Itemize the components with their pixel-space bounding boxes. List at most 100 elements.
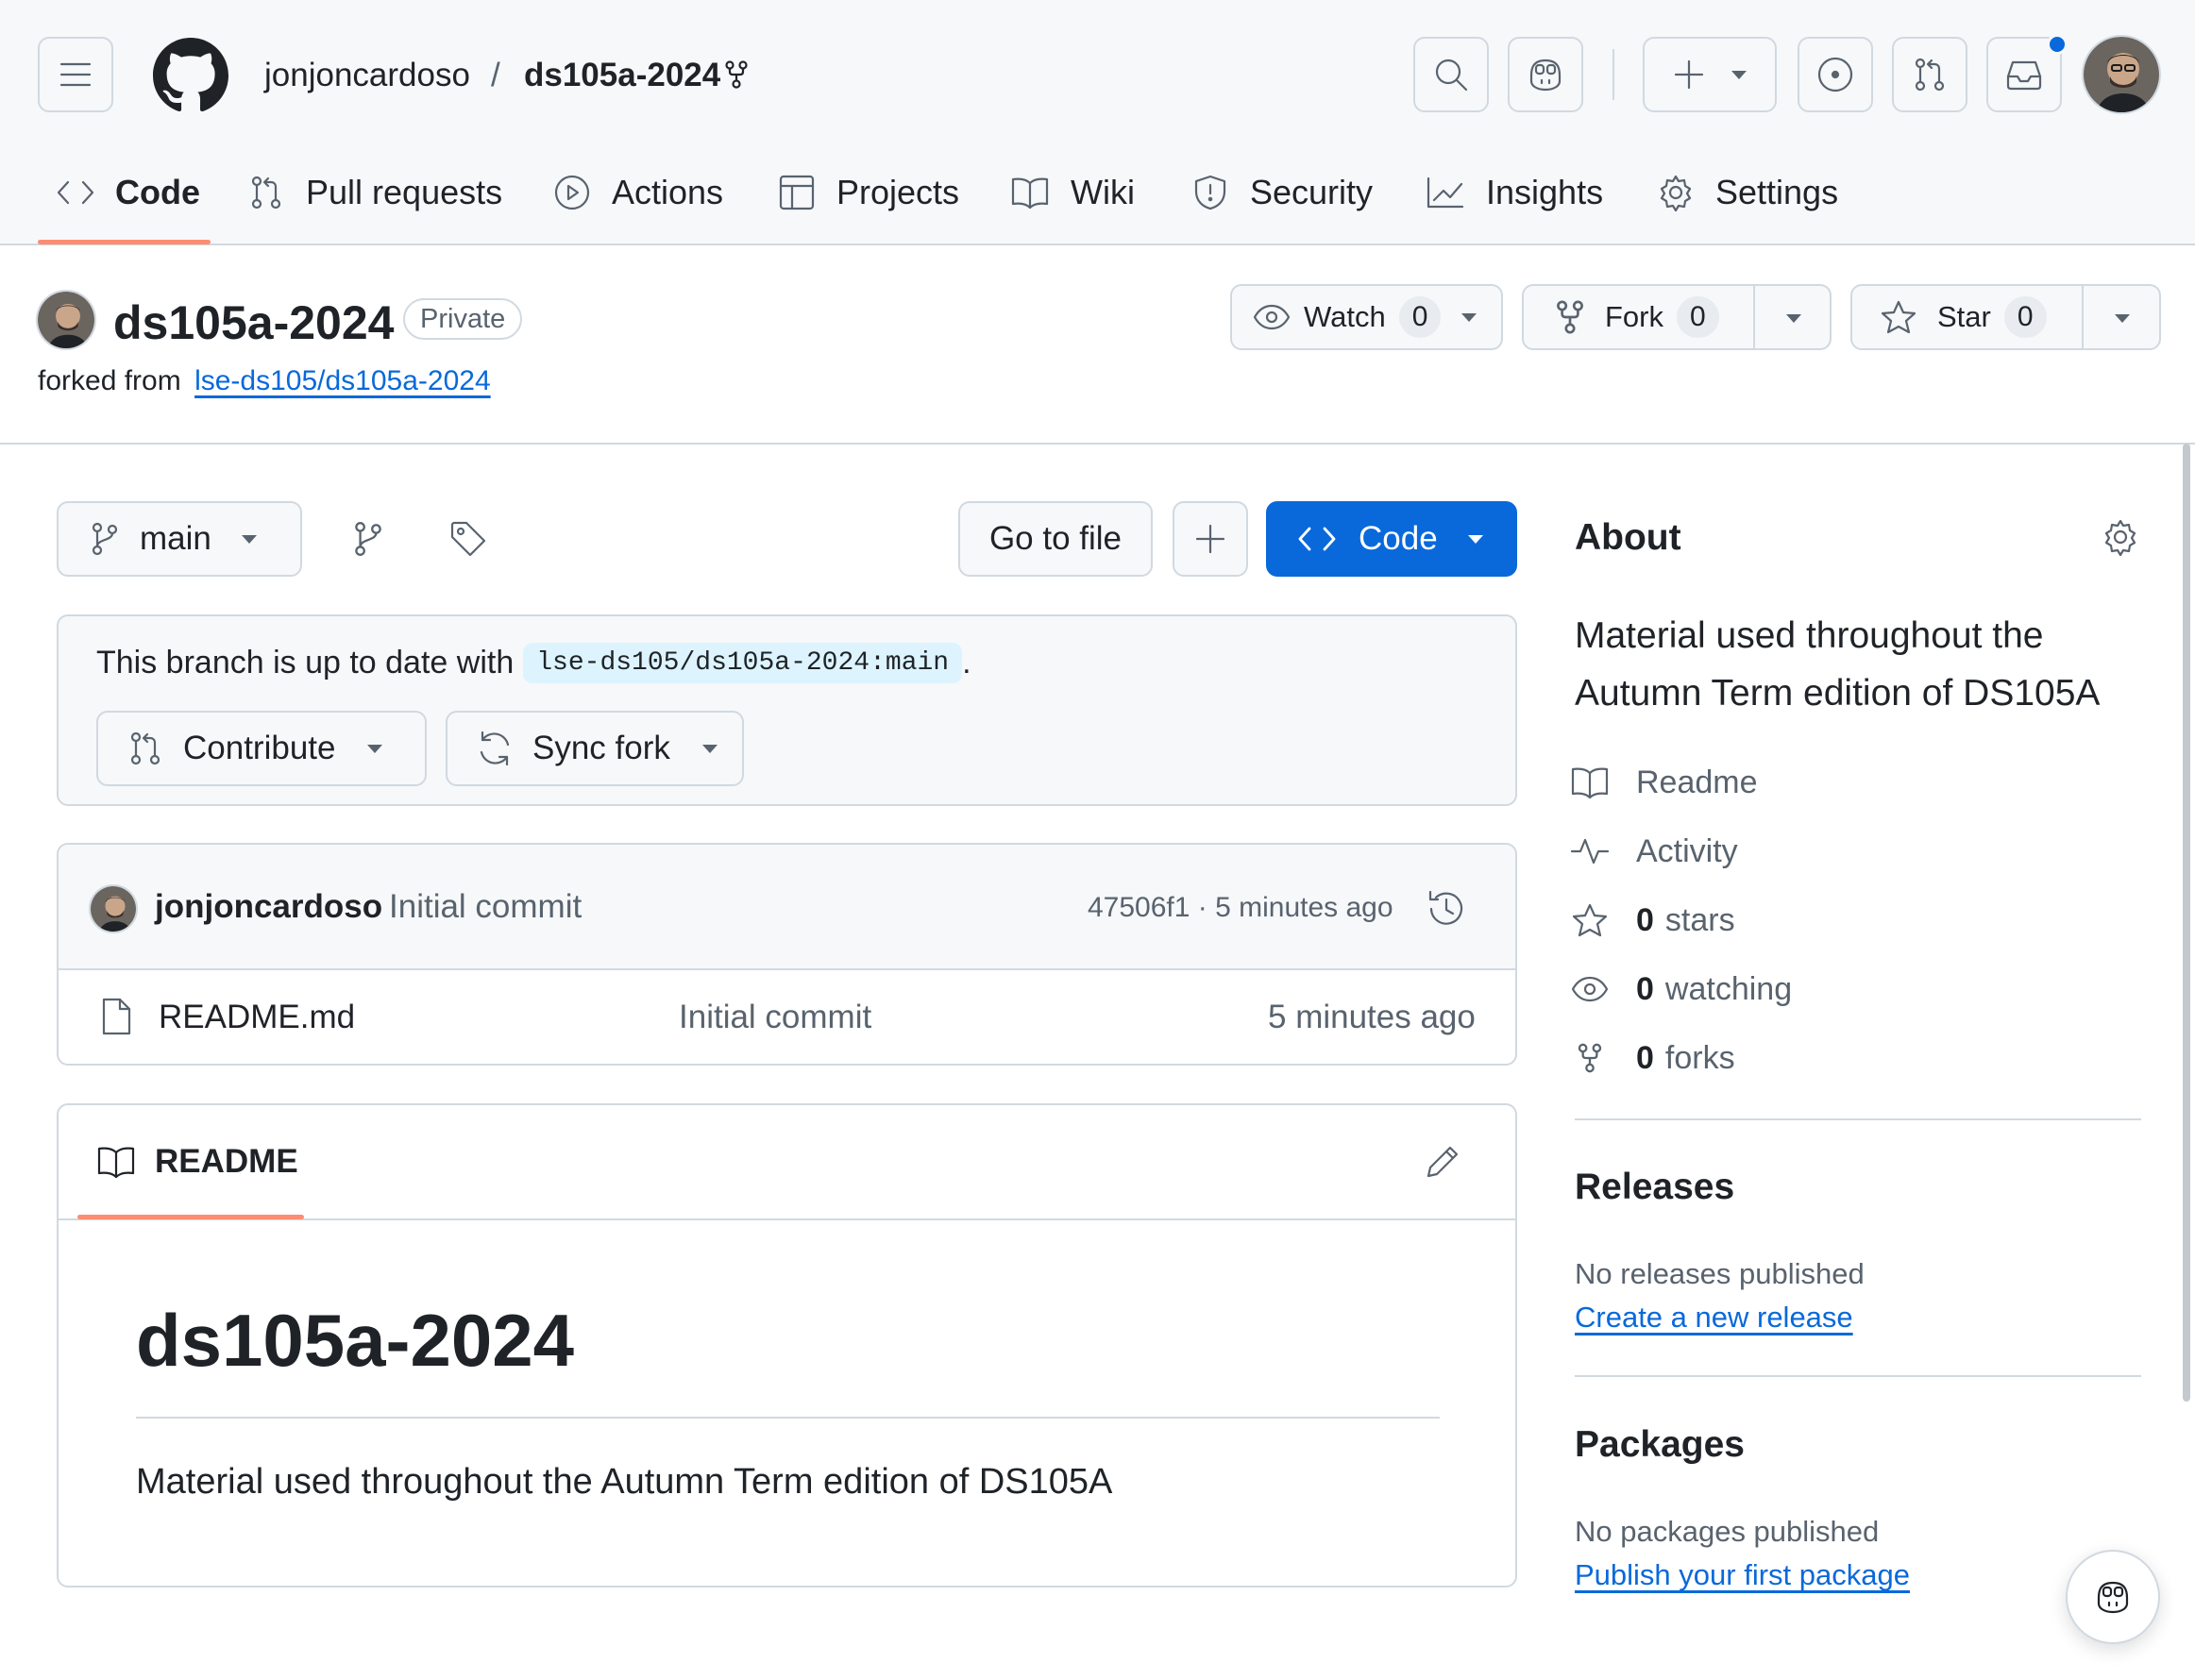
play-icon <box>554 175 590 210</box>
github-logo[interactable] <box>153 38 228 113</box>
chevron-down-icon <box>1786 314 1801 323</box>
tab-security[interactable]: Security <box>1191 164 1373 221</box>
contribute-button[interactable]: Contribute <box>96 711 427 786</box>
pencil-icon[interactable] <box>1424 1143 1461 1181</box>
watching-link[interactable]: 0 watching <box>1570 966 1792 1012</box>
branch-selector[interactable]: main <box>57 501 302 577</box>
code-icon <box>57 180 94 205</box>
star-icon <box>1572 903 1608 937</box>
forked-from-link[interactable]: lse-ds105/ds105a-2024 <box>194 365 491 396</box>
git-branch-icon <box>92 522 118 556</box>
user-avatar[interactable] <box>2082 35 2161 114</box>
go-to-file-label: Go to file <box>988 520 1123 557</box>
code-button-label: Code <box>1359 520 1438 557</box>
create-new-button[interactable] <box>1643 37 1777 112</box>
tab-label: Settings <box>1715 173 1839 211</box>
go-to-file-button[interactable]: Go to file <box>958 501 1153 577</box>
stars-label: stars <box>1664 901 1735 938</box>
pull-requests-button[interactable] <box>1892 37 1967 112</box>
tab-settings[interactable]: Settings <box>1657 164 1838 221</box>
button-divider <box>2082 286 2084 348</box>
readme-heading: ds105a-2024 <box>136 1299 575 1382</box>
commit-message[interactable]: Initial commit <box>389 888 582 926</box>
file-commit-message[interactable]: Initial commit <box>679 999 871 1036</box>
readme-tab-label: README <box>155 1143 298 1180</box>
watch-button[interactable]: Watch 0 <box>1230 284 1503 350</box>
file-name[interactable]: README.md <box>159 999 355 1036</box>
repo-name[interactable]: ds105a-2024 <box>113 294 394 351</box>
file-icon <box>102 998 131 1035</box>
menu-button[interactable] <box>38 37 113 112</box>
visibility-badge: Private <box>403 298 523 340</box>
gear-icon[interactable] <box>2102 518 2139 556</box>
releases-title[interactable]: Releases <box>1575 1167 1734 1208</box>
tab-label: Wiki <box>1071 173 1135 211</box>
packages-empty: No packages published <box>1575 1515 1880 1548</box>
tab-label: Code <box>115 173 200 211</box>
tags-button[interactable] <box>449 520 487 558</box>
file-time: 5 minutes ago <box>1268 999 1476 1035</box>
forks-label: forks <box>1664 1039 1735 1076</box>
heading-divider <box>136 1417 1440 1419</box>
watching-count: 0 <box>1636 970 1654 1007</box>
tab-actions[interactable]: Actions <box>553 164 723 221</box>
code-dropdown-button[interactable]: Code <box>1266 501 1517 577</box>
add-file-button[interactable] <box>1173 501 1248 577</box>
issue-opened-icon <box>1817 57 1853 92</box>
table-row[interactable]: README.md Initial commit 5 minutes ago <box>59 970 1515 1064</box>
activity-link-label: Activity <box>1636 832 1738 869</box>
breadcrumb-repo[interactable]: ds105a-2024 <box>524 55 720 96</box>
issues-button[interactable] <box>1798 37 1873 112</box>
forked-from-line: forked from lse-ds105/ds105a-2024 <box>38 365 491 397</box>
status-period: . <box>962 645 971 680</box>
contribute-label: Contribute <box>183 730 336 766</box>
packages-title[interactable]: Packages <box>1575 1424 1745 1466</box>
github-mark-icon <box>153 38 228 112</box>
tab-wiki[interactable]: Wiki <box>1010 164 1135 221</box>
avatar-image <box>2084 37 2159 112</box>
tab-code[interactable]: Code <box>57 164 200 221</box>
activity-link[interactable]: Activity <box>1570 829 1738 874</box>
commit-sha-time[interactable]: 47506f1 · 5 minutes ago <box>1088 892 1393 924</box>
breadcrumb-owner[interactable]: jonjoncardoso <box>264 55 470 96</box>
copilot-button[interactable] <box>1508 37 1583 112</box>
tab-label: Insights <box>1486 173 1604 211</box>
forks-link[interactable]: 0 forks <box>1570 1035 1735 1081</box>
header-divider <box>1612 49 1614 100</box>
stars-link[interactable]: 0 stars <box>1570 898 1735 943</box>
sidebar-divider <box>1575 1375 2141 1377</box>
copilot-chat-button[interactable] <box>2066 1550 2160 1644</box>
sidebar-divider <box>1575 1118 2141 1120</box>
star-button[interactable]: Star 0 <box>1850 284 2161 350</box>
sync-fork-button[interactable]: Sync fork <box>446 711 744 786</box>
branches-button[interactable] <box>351 520 385 558</box>
commit-author-avatar[interactable] <box>89 884 138 933</box>
breadcrumb-separator: / <box>491 57 500 93</box>
search-button[interactable] <box>1413 37 1489 112</box>
tab-projects[interactable]: Projects <box>778 164 959 221</box>
fork-button[interactable]: Fork 0 <box>1522 284 1832 350</box>
graph-icon <box>1427 176 1464 209</box>
plus-icon <box>1195 524 1225 554</box>
chevron-down-icon <box>1461 312 1477 322</box>
commit-author[interactable]: jonjoncardoso <box>155 888 382 926</box>
readme-link[interactable]: Readme <box>1570 760 1758 805</box>
owner-avatar[interactable] <box>36 290 96 350</box>
tab-pull-requests[interactable]: Pull requests <box>247 164 502 221</box>
history-icon[interactable] <box>1426 888 1467 930</box>
pull-request-icon <box>251 176 281 210</box>
readme-tab[interactable]: README <box>96 1143 298 1181</box>
readme-link-label: Readme <box>1636 764 1758 800</box>
copilot-icon <box>2097 1581 2129 1614</box>
create-release-link[interactable]: Create a new release <box>1575 1301 1853 1335</box>
tab-insights[interactable]: Insights <box>1426 164 1603 221</box>
scrollbar-thumb[interactable] <box>2183 444 2190 1402</box>
inbox-icon <box>2006 60 2042 91</box>
publish-package-link[interactable]: Publish your first package <box>1575 1558 1910 1592</box>
tag-icon <box>450 521 486 557</box>
active-tab-underline <box>77 1215 304 1219</box>
forks-count: 0 <box>1636 1039 1654 1076</box>
pulse-icon <box>1570 838 1610 865</box>
pull-request-icon <box>130 731 160 765</box>
tab-label: Security <box>1250 173 1374 211</box>
